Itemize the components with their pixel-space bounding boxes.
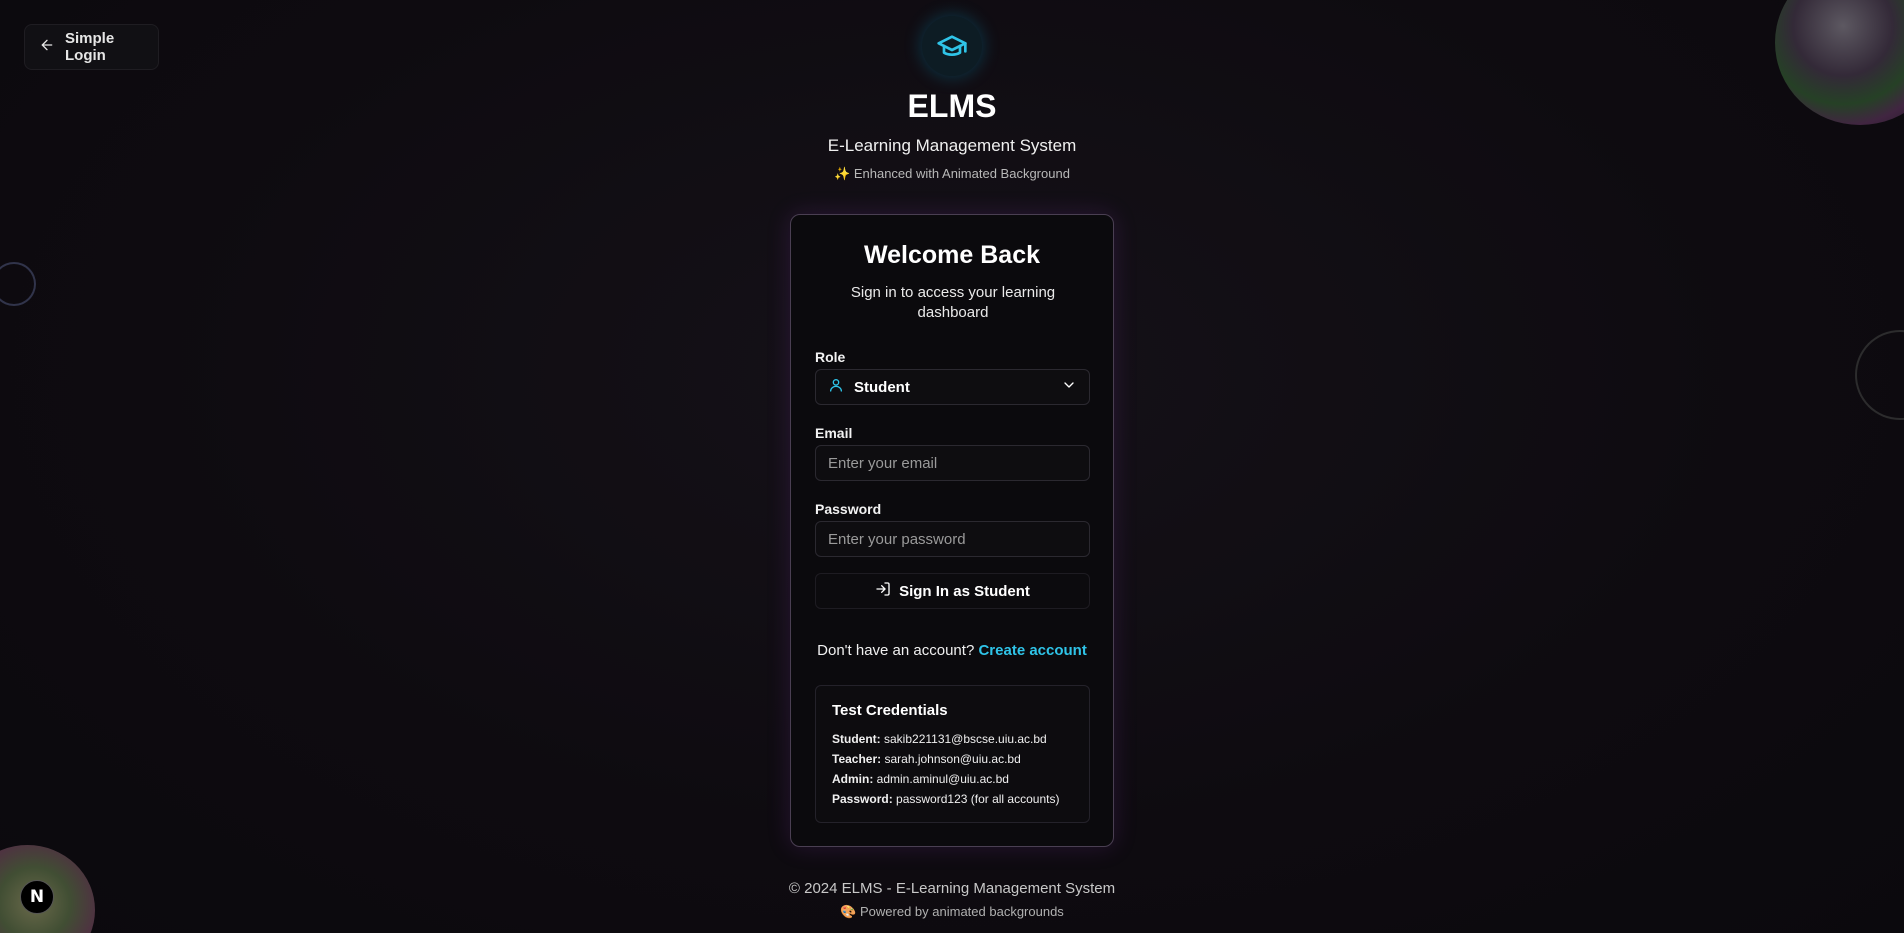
test-credentials-panel: Test Credentials Student: sakib221131@bs… [815, 685, 1090, 823]
password-label: Password [815, 501, 882, 517]
credential-key: Student: [832, 732, 881, 746]
credential-value: password123 (for all accounts) [896, 792, 1060, 806]
footer-copyright: © 2024 ELMS - E-Learning Management Syst… [788, 880, 1116, 897]
card-title: Welcome Back [863, 241, 1040, 269]
decorative-ring-left [0, 262, 36, 306]
app-subtitle: E-Learning Management System [827, 136, 1077, 155]
test-credentials-title: Test Credentials [832, 702, 948, 719]
arrow-left-icon [39, 37, 55, 57]
app-tagline: ✨ Enhanced with Animated Background [834, 166, 1070, 181]
credential-row: Student: sakib221131@bscse.uiu.ac.bd [832, 729, 1073, 749]
sign-in-button[interactable]: Sign In as Student [815, 573, 1090, 609]
login-card: Welcome Back Sign in to access your lear… [790, 214, 1114, 847]
credential-key: Teacher: [832, 752, 882, 766]
create-account-link[interactable]: Create account [978, 642, 1086, 659]
signup-prompt: Don't have an account? Create account [791, 642, 1113, 659]
credential-value: admin.aminul@uiu.ac.bd [876, 772, 1009, 786]
decorative-ring-right [1855, 330, 1904, 420]
footer-powered-by: 🎨 Powered by animated backgrounds [840, 904, 1064, 919]
card-subtitle: Sign in to access your learning dashboar… [850, 284, 1056, 321]
app-title: ELMS [907, 88, 997, 124]
credential-key: Admin: [832, 772, 874, 786]
dev-tools-badge[interactable]: N [20, 880, 54, 914]
graduation-cap-icon [922, 16, 982, 76]
simple-login-label: Simple Login [65, 30, 115, 64]
simple-login-button[interactable]: Simple Login [24, 24, 159, 70]
sign-in-label: Sign In as Student [899, 582, 1030, 600]
user-icon [828, 377, 844, 398]
credential-row: Password: password123 (for all accounts) [832, 789, 1073, 809]
credential-row: Teacher: sarah.johnson@uiu.ac.bd [832, 749, 1073, 769]
log-in-icon [875, 581, 891, 601]
role-label: Role [815, 349, 846, 365]
signup-prompt-text: Don't have an account? [817, 642, 975, 659]
email-label: Email [815, 425, 853, 441]
credential-value: sarah.johnson@uiu.ac.bd [884, 752, 1021, 766]
credential-value: sakib221131@bscse.uiu.ac.bd [884, 732, 1047, 746]
role-select[interactable]: Student [815, 369, 1090, 405]
credential-row: Admin: admin.aminul@uiu.ac.bd [832, 769, 1073, 789]
email-field[interactable] [815, 445, 1090, 481]
password-field[interactable] [815, 521, 1090, 557]
credential-key: Password: [832, 792, 893, 806]
chevron-down-icon [1061, 377, 1077, 398]
role-select-value: Student [854, 378, 910, 396]
